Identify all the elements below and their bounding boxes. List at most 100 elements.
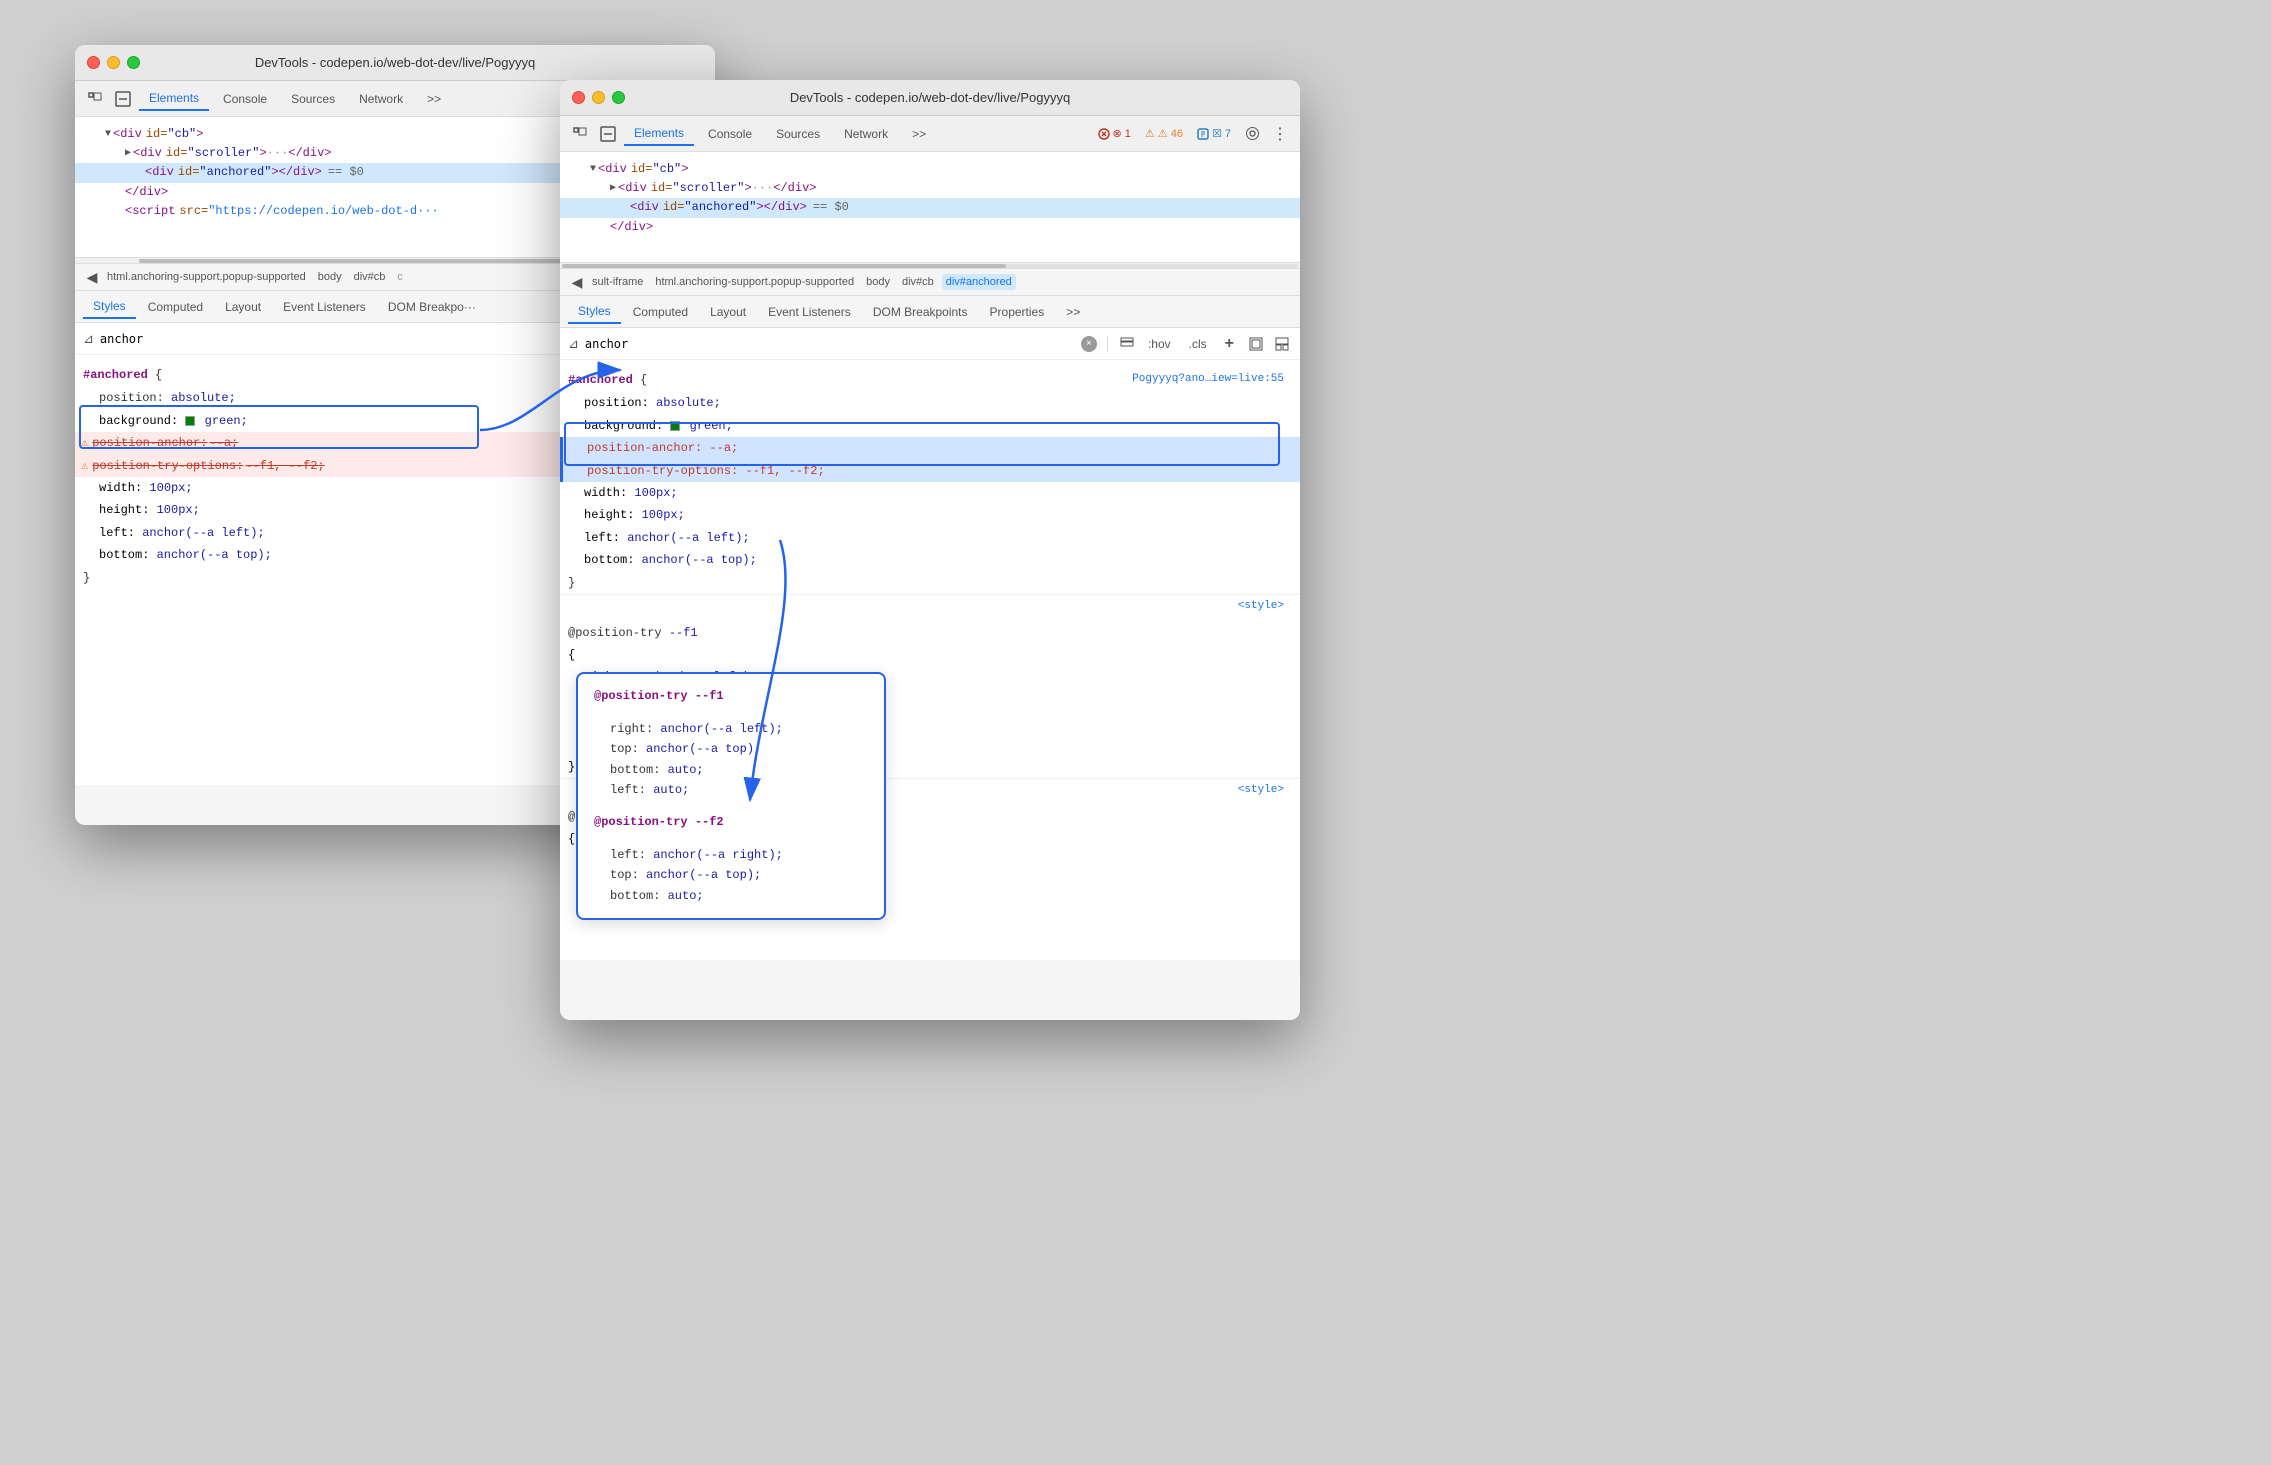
settings-icon-front[interactable] [1240,122,1264,146]
style-link-1[interactable]: <style> [1238,597,1284,616]
close-button-front[interactable] [572,91,585,104]
subtab-layout-back[interactable]: Layout [215,296,271,318]
subtab-computed-back[interactable]: Computed [138,296,213,318]
css-prop-bottom-front: bottom: anchor(--a top); [560,549,1300,571]
filter-cls-front[interactable]: .cls [1183,335,1213,353]
tab-elements-front[interactable]: Elements [624,122,694,146]
filter-plus-front[interactable]: + [1219,333,1240,355]
tab-more-back[interactable]: >> [417,88,451,110]
tooltip-prop-right: right: anchor(--a left); [594,719,868,739]
expand-arrow-1[interactable]: ▼ [105,127,111,143]
breadcrumb-item-divcb[interactable]: div#cb [350,269,390,285]
html-tree-front: ▼ <div id="cb" > ▶ <div id="scroller" > … [560,152,1300,262]
minimize-button-front[interactable] [592,91,605,104]
back-arrow-icon[interactable]: ◀ [83,268,101,286]
position-try-f1-open: { [560,644,1300,666]
tooltip-prop-left-1: left: auto; [594,780,868,800]
tree-line-front-1[interactable]: ▼ <div id="cb" > [560,160,1300,179]
subtab-styles-back[interactable]: Styles [83,295,136,319]
filter-input-back[interactable] [100,332,569,346]
breadcrumb-overflow[interactable]: c [393,269,407,285]
inspector-icon-front[interactable] [596,122,620,146]
fullscreen-button-front[interactable] [612,91,625,104]
back-arrow-icon-front[interactable]: ◀ [568,273,586,291]
tab-more-front[interactable]: >> [902,123,936,145]
css-prop-height-front: height: 100px; [560,504,1300,526]
filter-clear-front[interactable]: × [1081,336,1097,352]
sub-tabs-front: Styles Computed Layout Event Listeners D… [560,296,1300,328]
filter-icon-front: ⊿ [568,336,579,352]
subtab-styles-front[interactable]: Styles [568,300,621,324]
breadcrumb-item-body[interactable]: body [314,269,346,285]
breadcrumb-divcb-front[interactable]: div#cb [898,274,938,290]
filter-hov-front[interactable]: :hov [1142,335,1177,353]
subtab-events-back[interactable]: Event Listeners [273,296,376,318]
tab-elements-back[interactable]: Elements [139,87,209,111]
title-bar-front: DevTools - codepen.io/web-dot-dev/live/P… [560,80,1300,116]
subtab-computed-front[interactable]: Computed [623,301,698,323]
breadcrumb-divanchored-front[interactable]: div#anchored [942,274,1016,290]
subtab-layout-front[interactable]: Layout [700,301,756,323]
badge-info: ☒ 7 [1192,125,1236,142]
title-bar-back: DevTools - codepen.io/web-dot-dev/live/P… [75,45,715,81]
error-count: ⊗ 1 [1113,127,1131,140]
tooltip-prop-top-2: top: anchor(--a top); [594,865,868,885]
color-swatch-front[interactable] [670,421,680,431]
cursor-icon[interactable] [83,87,107,111]
divider-front [1107,336,1108,352]
devtools-window-front: DevTools - codepen.io/web-dot-dev/live/P… [560,80,1300,1020]
style-link-2[interactable]: <style> [1238,781,1284,800]
subtab-events-front[interactable]: Event Listeners [758,301,861,323]
expand-arrow-front-1[interactable]: ▼ [590,162,596,178]
filter-input-front[interactable] [585,337,1075,351]
filter-bar-front: ⊿ × :hov .cls + [560,328,1300,360]
layer-icon[interactable] [1118,335,1136,353]
tree-line-front-3[interactable]: <div id="anchored" ></div> == $0 [560,198,1300,217]
inspect-icon-front[interactable] [1246,334,1266,354]
tooltip-selector-f1: @position-try --f1 [594,686,868,706]
tooltip-panel: @position-try --f1 right: anchor(--a lef… [576,672,886,920]
fullscreen-button-back[interactable] [127,56,140,69]
tab-network-back[interactable]: Network [349,88,413,110]
h-scrollbar-front[interactable] [560,262,1300,268]
breadcrumb-item-html[interactable]: html.anchoring-support.popup-supported [103,269,310,285]
tooltip-selector-f2: @position-try --f2 [594,812,868,832]
tab-console-front[interactable]: Console [698,123,762,145]
css-prop-left-front: left: anchor(--a left); [560,527,1300,549]
warning-icon-anchor-back: ⚠ [81,433,88,453]
color-swatch-back[interactable] [185,416,195,426]
inspector-icon[interactable] [111,87,135,111]
subtab-dom-back[interactable]: DOM Breakpo··· [378,296,486,318]
traffic-lights-front [572,91,625,104]
source-link-front-1[interactable]: Pogyyyq?ano…iew=live:55 [1132,370,1284,389]
tab-sources-front[interactable]: Sources [766,123,830,145]
expand-arrow-2[interactable]: ▶ [125,146,131,162]
tooltip-spacer-2 [594,800,868,812]
style-link-row-1: <style> [560,594,1300,618]
breadcrumb-body-front[interactable]: body [862,274,894,290]
tab-console-back[interactable]: Console [213,88,277,110]
breadcrumb-sult-iframe[interactable]: sult-iframe [588,274,647,290]
tree-line-front-4[interactable]: </div> [560,218,1300,237]
info-count: ☒ 7 [1212,127,1231,140]
warning-count: ⚠ 46 [1158,127,1183,140]
more-icon-front[interactable]: ⋮ [1268,122,1292,146]
cursor-icon-front[interactable] [568,122,592,146]
tab-sources-back[interactable]: Sources [281,88,345,110]
minimize-button-back[interactable] [107,56,120,69]
badge-warning: ⚠ ⚠ 46 [1140,125,1188,142]
subtab-props-front[interactable]: Properties [980,301,1055,323]
layout-icon-front[interactable] [1272,334,1292,354]
tree-line-front-2[interactable]: ▶ <div id="scroller" > ··· </div> [560,179,1300,198]
tooltip-spacer-3 [594,837,868,845]
expand-arrow-front-2[interactable]: ▶ [610,181,616,197]
tooltip-spacer-1 [594,711,868,719]
toolbar-front: Elements Console Sources Network >> ⊗ 1 … [560,116,1300,152]
css-prop-anchor-front: position-anchor: --a; [560,437,1300,459]
tooltip-prop-bottom-1: bottom: auto; [594,760,868,780]
subtab-dom-front[interactable]: DOM Breakpoints [863,301,978,323]
breadcrumb-html-front[interactable]: html.anchoring-support.popup-supported [651,274,858,290]
close-button-back[interactable] [87,56,100,69]
subtab-more-front[interactable]: >> [1056,301,1090,323]
tab-network-front[interactable]: Network [834,123,898,145]
